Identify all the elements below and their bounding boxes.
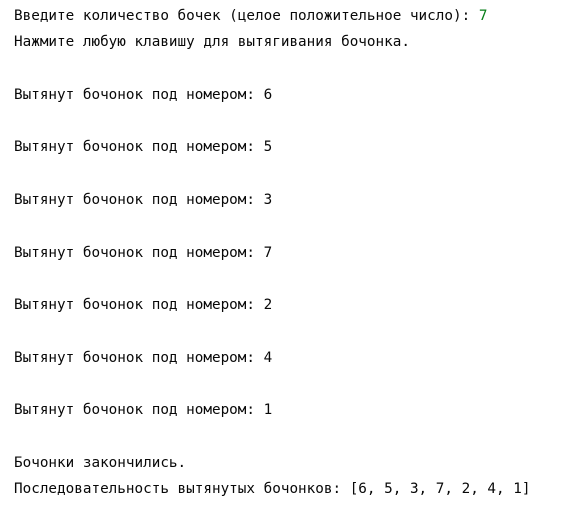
console-line-draw: Вытянут бочонок под номером: 4	[14, 349, 273, 366]
console-line-draw: Вытянут бочонок под номером: 3	[14, 192, 273, 209]
console-line-draw: Вытянут бочонок под номером: 7	[14, 244, 273, 261]
console-line-sequence: Последовательность вытянутых бочонков: […	[14, 481, 531, 498]
console-line-prompt: Введите количество бочек (целое положите…	[14, 3, 569, 29]
console-line-draw: Вытянут бочонок под номером: 5	[14, 139, 273, 156]
console-line-draw: Вытянут бочонок под номером: 6	[14, 86, 273, 103]
console-line-draw: Вытянут бочонок под номером: 1	[14, 402, 273, 419]
user-input-value: 7	[478, 8, 488, 24]
console-output: Введите количество бочек (целое положите…	[14, 3, 569, 503]
console-line-press-key: Нажмите любую клавишу для вытягивания бо…	[14, 34, 410, 51]
console-line-finished: Бочонки закончились.	[14, 455, 187, 472]
console-line-draw: Вытянут бочонок под номером: 2	[14, 297, 273, 314]
prompt-text: Введите количество бочек (целое положите…	[14, 8, 479, 24]
